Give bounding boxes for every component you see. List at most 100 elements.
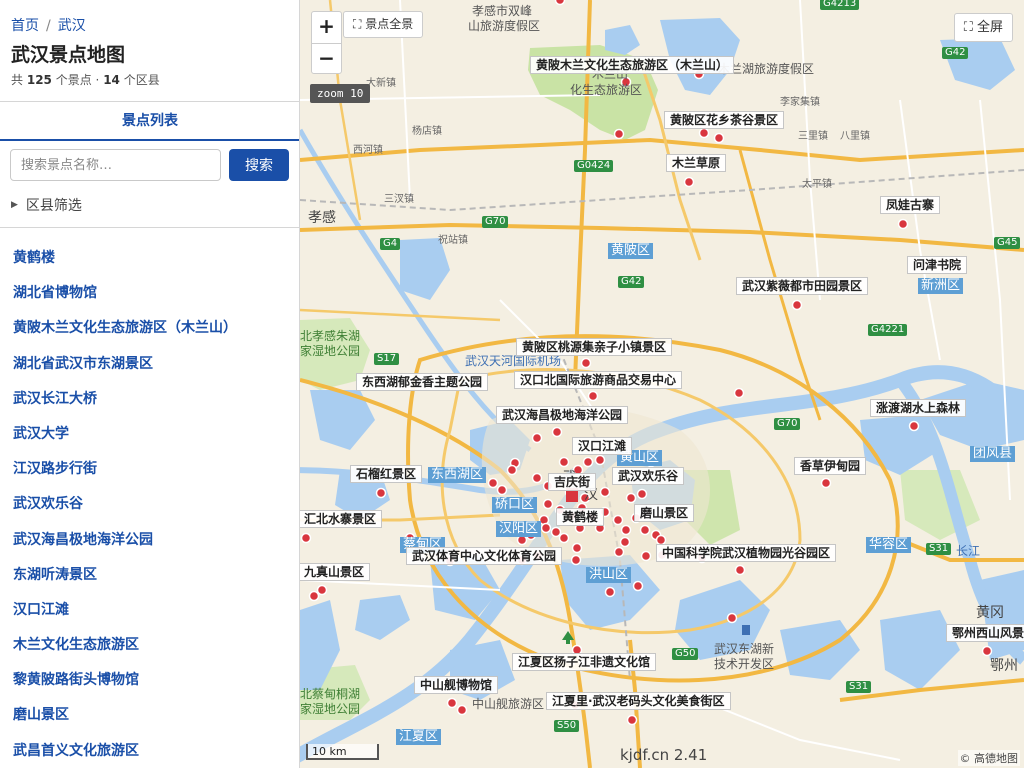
road-label: G4221: [868, 324, 908, 336]
spot-list-item[interactable]: 黎黄陂路街头博物馆: [13, 663, 237, 698]
poi-label[interactable]: 武汉海昌极地海洋公园: [496, 406, 629, 424]
place-label: 黄冈: [976, 605, 1004, 621]
scale-bar: 10 km: [306, 744, 379, 760]
road-label: G42: [618, 276, 645, 288]
spot-list-item[interactable]: 武汉大学: [13, 417, 237, 452]
road-label: G4: [380, 238, 401, 250]
spot-list-item[interactable]: 武汉欢乐谷: [13, 487, 237, 522]
tab-bar: 景点列表: [0, 101, 299, 141]
spot-list-item[interactable]: 黄陂木兰文化生态旅游区（木兰山）: [13, 311, 237, 346]
poi-label[interactable]: 凤娃古寨: [880, 196, 941, 214]
poi-label[interactable]: 武汉紫薇都市田园景区: [736, 277, 869, 295]
breadcrumb-separator: /: [46, 18, 51, 34]
county-filter-toggle[interactable]: ▶ 区县筛选: [11, 195, 82, 215]
poi-label[interactable]: 东西湖郁金香主题公园: [356, 373, 489, 391]
place-label: 三里镇: [798, 131, 828, 142]
spot-unit: 个景点 ·: [55, 73, 100, 87]
road-label: G45: [994, 237, 1021, 249]
road-label: S31: [846, 681, 872, 693]
spot-list-item[interactable]: 木兰文化生态旅游区: [13, 628, 237, 663]
poi-label[interactable]: 鄂州西山风景区: [946, 624, 1024, 642]
place-label: 化生态旅游区: [570, 83, 643, 97]
place-label: 家湿地公园: [300, 344, 361, 358]
spot-list-item[interactable]: 武汉海昌极地海洋公园: [13, 523, 237, 558]
poi-label[interactable]: 磨山景区: [634, 504, 695, 522]
poi-label[interactable]: 黄鹤楼: [556, 508, 605, 526]
spot-list-item[interactable]: 汉口江滩: [13, 593, 237, 628]
poi-label[interactable]: 石榴红景区: [350, 465, 423, 483]
breadcrumb-current-link[interactable]: 武汉: [58, 18, 86, 34]
zoom-control: + −: [311, 11, 342, 74]
poi-label[interactable]: 江夏里·武汉老码头文化美食街区: [546, 692, 731, 710]
place-label: 太平镇: [802, 179, 832, 190]
place-label: 武汉天河国际机场: [465, 354, 562, 368]
road-label: G0424: [574, 160, 614, 172]
road-label: G50: [672, 648, 699, 660]
district-label: 团风县: [970, 446, 1016, 462]
poi-label[interactable]: 黄陂区花乡茶谷景区: [664, 111, 785, 129]
building-icon: [742, 625, 750, 635]
place-label: 孝感: [308, 210, 336, 226]
breadcrumb: 首页 / 武汉: [11, 15, 86, 35]
spot-list-item[interactable]: 武昌首义文化旅游区: [13, 734, 237, 768]
divider: [0, 227, 299, 228]
place-label: 孝感市双峰: [472, 4, 533, 18]
place-label: 祝站镇: [438, 235, 468, 246]
poi-label[interactable]: 木兰草原: [666, 154, 727, 172]
county-count: 14: [103, 73, 120, 87]
poi-label[interactable]: 吉庆街: [548, 473, 597, 491]
poi-label[interactable]: 黄陂区桃源集亲子小镇景区: [516, 338, 673, 356]
road-label: S50: [554, 720, 580, 732]
poi-label[interactable]: 涨渡湖水上森林: [870, 399, 967, 417]
poi-label[interactable]: 中国科学院武汉植物园光谷园区: [656, 544, 837, 562]
road-label: G4213: [820, 0, 860, 10]
district-label: 新洲区: [918, 278, 964, 294]
road-label: G70: [774, 418, 801, 430]
spot-list-item[interactable]: 武汉长江大桥: [13, 382, 237, 417]
place-label: 鄂州: [990, 658, 1018, 674]
map-canvas[interactable]: 孝感市双峰 山旅游度假区 木兰山 化生态旅游区 木兰湖旅游度假区 大新镇 西河镇…: [300, 0, 1024, 768]
place-label: 中山舰旅游区: [472, 697, 545, 711]
poi-label[interactable]: 中山舰博物馆: [414, 676, 499, 694]
poi-label[interactable]: 九真山景区: [300, 563, 371, 581]
place-label: 八里镇: [840, 131, 870, 142]
spot-list-item[interactable]: 黄鹤楼: [13, 241, 237, 276]
poi-label[interactable]: 汇北水寨景区: [300, 510, 383, 528]
zoom-in-button[interactable]: +: [312, 12, 341, 43]
triangle-right-icon: ▶: [11, 200, 18, 210]
district-label: 江夏区: [396, 729, 442, 745]
breadcrumb-home-link[interactable]: 首页: [11, 18, 39, 34]
poi-label[interactable]: 黄陂木兰文化生态旅游区（木兰山）: [530, 56, 735, 74]
zoom-out-button[interactable]: −: [312, 43, 341, 74]
spot-list-item[interactable]: 磨山景区: [13, 698, 237, 733]
place-label: 杨店镇: [412, 126, 442, 137]
poi-label[interactable]: 江夏区扬子江非遗文化馆: [512, 653, 657, 671]
spot-list-item[interactable]: 江汉路步行街: [13, 452, 237, 487]
district-label: 华容区: [866, 537, 912, 553]
overview-button[interactable]: ⛶ 景点全景: [343, 11, 424, 38]
district-label: 东西湖区: [428, 467, 487, 483]
place-label: 李家集镇: [780, 97, 820, 108]
poi-label[interactable]: 武汉体育中心文化体育公园: [406, 547, 563, 565]
tab-spot-list[interactable]: 景点列表: [0, 102, 299, 140]
spot-list-item[interactable]: 湖北省博物馆: [13, 276, 237, 311]
poi-label[interactable]: 香草伊甸园: [794, 457, 867, 475]
poi-label[interactable]: 武汉欢乐谷: [612, 467, 685, 485]
page-title: 武汉景点地图: [11, 44, 126, 66]
spot-list-item[interactable]: 东湖听涛景区: [13, 558, 237, 593]
district-label: 硚口区: [492, 497, 538, 513]
poi-label[interactable]: 汉口北国际旅游商品交易中心: [514, 371, 683, 389]
fullscreen-button[interactable]: ⛶ 全屏: [953, 13, 1013, 42]
place-label: 长江: [956, 544, 981, 558]
poi-label[interactable]: 汉口江滩: [572, 437, 633, 455]
county-unit: 个区县: [123, 73, 160, 87]
district-label: 黄陂区: [608, 243, 654, 259]
spot-list-item[interactable]: 湖北省武汉市东湖景区: [13, 347, 237, 382]
place-label: 大新镇: [366, 78, 396, 89]
spot-list: 黄鹤楼 湖北省博物馆 黄陂木兰文化生态旅游区（木兰山） 湖北省武汉市东湖景区 武…: [13, 241, 237, 768]
search-button[interactable]: 搜索: [229, 149, 289, 181]
search-input[interactable]: [10, 149, 221, 181]
place-label: 三汊镇: [384, 194, 414, 205]
poi-label[interactable]: 问津书院: [907, 256, 968, 274]
place-label: 技术开发区: [714, 657, 775, 671]
